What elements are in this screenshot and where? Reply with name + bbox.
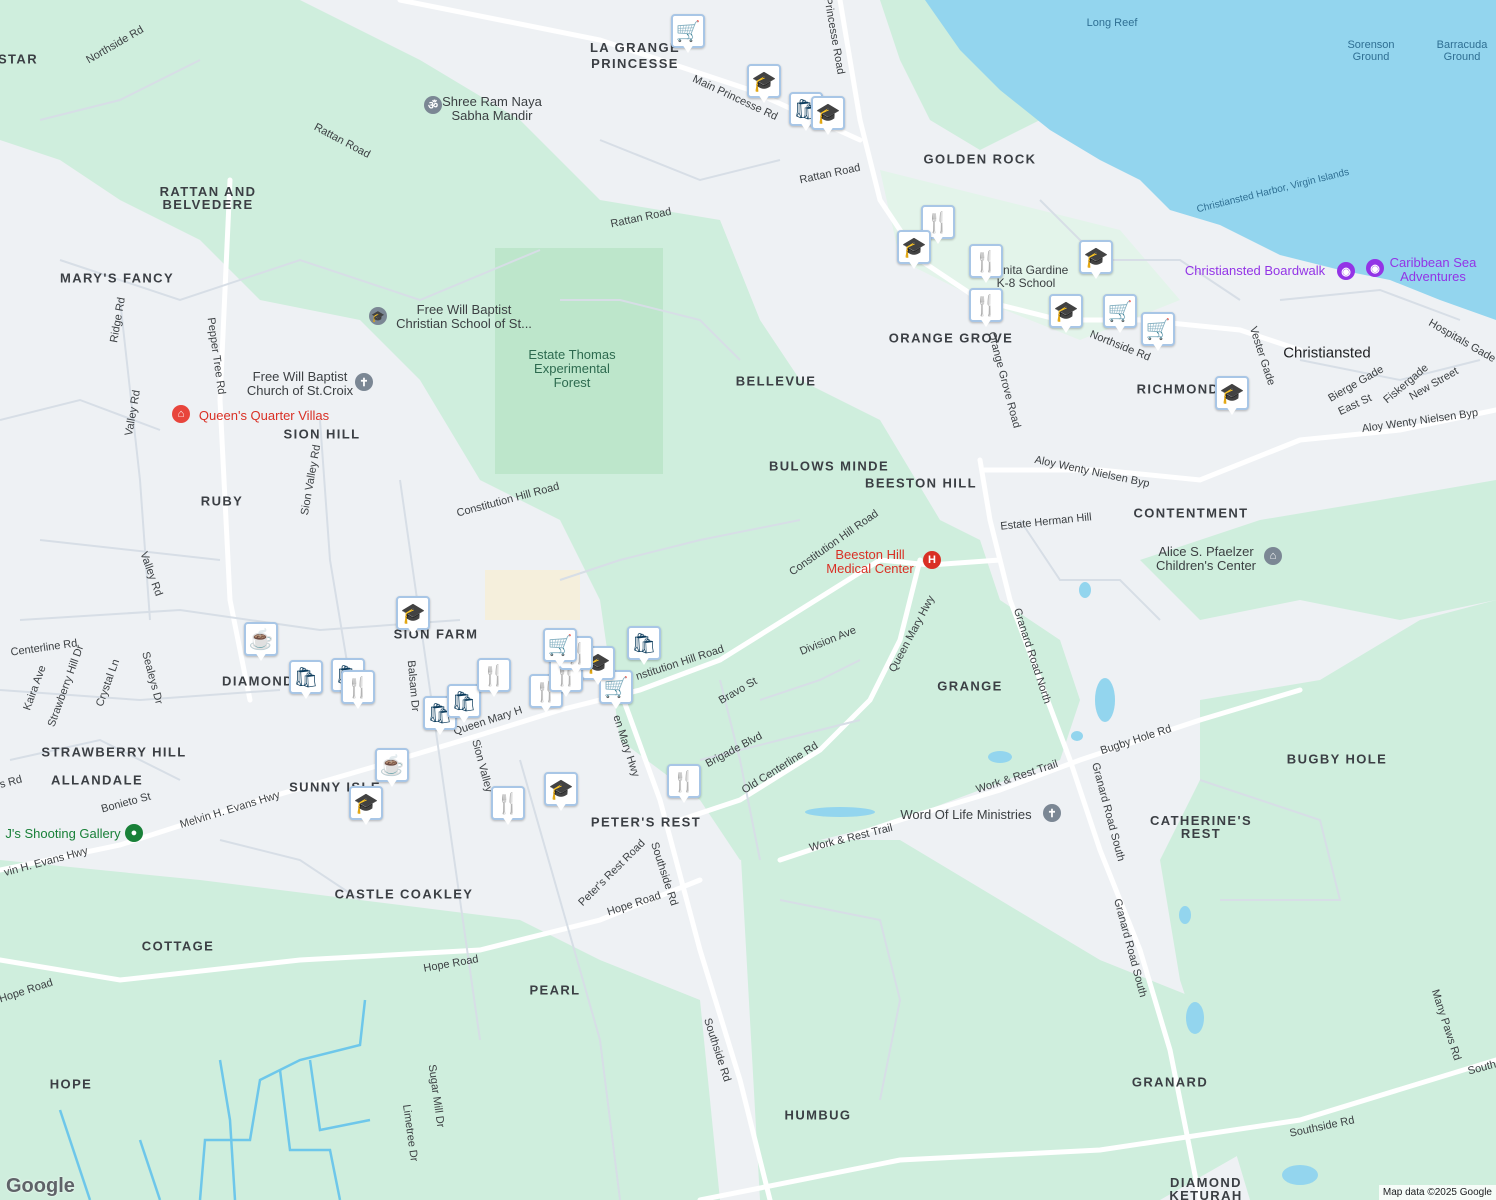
map-marker-shopping-bag[interactable]: 🛍 — [289, 660, 323, 702]
hospital-icon[interactable]: H — [923, 551, 941, 569]
restaurant-icon: 🍴 — [973, 250, 999, 273]
map-marker-cart[interactable]: 🛒 — [543, 628, 577, 670]
church-icon[interactable]: ✝ — [355, 373, 373, 391]
map-marker-school[interactable]: 🎓 — [1049, 294, 1083, 336]
google-logo: Google — [6, 1175, 75, 1197]
map-base-layer — [0, 0, 1496, 1200]
map-marker-restaurant[interactable]: 🍴 — [491, 786, 525, 828]
map-marker-coffee[interactable]: ☕ — [244, 622, 278, 664]
school-icon: 🎓 — [400, 602, 426, 625]
map-marker-cart[interactable]: 🛒 — [1141, 312, 1175, 354]
school-icon: 🎓 — [815, 102, 841, 125]
cart-icon: 🛒 — [1107, 300, 1133, 323]
hotel-icon[interactable]: ⌂ — [172, 405, 190, 423]
map-marker-restaurant[interactable]: 🍴 — [477, 658, 511, 700]
map-marker-cart[interactable]: 🛒 — [1103, 294, 1137, 336]
map-marker-restaurant[interactable]: 🍴 — [667, 764, 701, 806]
coffee-icon: ☕ — [379, 754, 405, 777]
map-marker-school[interactable]: 🎓 — [1215, 376, 1249, 418]
map-marker-cart[interactable]: 🛒 — [671, 14, 705, 56]
map-marker-school[interactable]: 🎓 — [811, 96, 845, 138]
school-icon: 🎓 — [1083, 246, 1109, 269]
map-marker-school[interactable]: 🎓 — [897, 230, 931, 272]
map-marker-school[interactable]: 🎓 — [1079, 240, 1113, 282]
shopping-bag-icon: 🛍 — [293, 666, 319, 689]
school-poi-icon[interactable]: 🎓 — [369, 307, 387, 325]
map-marker-shopping-bag[interactable]: 🛍 — [447, 684, 481, 726]
coffee-icon: ☕ — [248, 628, 274, 651]
government-icon[interactable]: ⌂ — [1264, 547, 1282, 565]
cart-icon: 🛒 — [547, 634, 573, 657]
map-marker-restaurant[interactable]: 🍴 — [969, 288, 1003, 330]
map-canvas[interactable]: LA GRANGE PRINCESSE GOLDEN ROCK RATTAN A… — [0, 0, 1496, 1200]
map-marker-school[interactable]: 🎓 — [747, 64, 781, 106]
restaurant-icon: 🍴 — [671, 770, 697, 793]
map-marker-shopping-bag[interactable]: 🛍 — [627, 626, 661, 668]
map-marker-school[interactable]: 🎓 — [544, 772, 578, 814]
recreation-icon[interactable]: ● — [125, 824, 143, 842]
shopping-bag-icon: 🛍 — [631, 632, 657, 655]
map-marker-school[interactable]: 🎓 — [396, 596, 430, 638]
camera-icon[interactable]: ◉ — [1366, 259, 1384, 277]
church-icon[interactable]: ✝ — [1043, 804, 1061, 822]
school-icon: 🎓 — [548, 778, 574, 801]
school-icon: 🎓 — [751, 70, 777, 93]
camera-icon[interactable]: ◉ — [1337, 262, 1355, 280]
school-icon: 🎓 — [353, 792, 379, 815]
school-icon: 🎓 — [901, 236, 927, 259]
school-icon: 🎓 — [1053, 300, 1079, 323]
restaurant-icon: 🍴 — [495, 792, 521, 815]
shopping-bag-icon: 🛍 — [451, 690, 477, 713]
map-marker-restaurant[interactable]: 🍴 — [341, 670, 375, 712]
map-attribution[interactable]: Map data ©2025 Google — [1378, 1185, 1496, 1200]
cart-icon: 🛒 — [1145, 318, 1171, 341]
temple-icon[interactable]: ॐ — [424, 96, 442, 114]
school-icon: 🎓 — [1219, 382, 1245, 405]
cart-icon: 🛒 — [675, 20, 701, 43]
restaurant-icon: 🍴 — [973, 294, 999, 317]
map-marker-school[interactable]: 🎓 — [349, 786, 383, 828]
restaurant-icon: 🍴 — [481, 664, 507, 687]
map-marker-restaurant[interactable]: 🍴 — [969, 244, 1003, 286]
map-marker-coffee[interactable]: ☕ — [375, 748, 409, 790]
restaurant-icon: 🍴 — [345, 676, 371, 699]
